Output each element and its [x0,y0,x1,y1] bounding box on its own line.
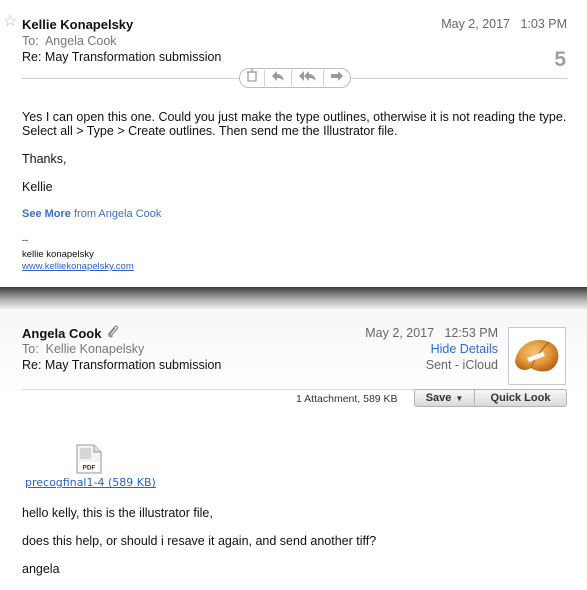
signature-name: kellie konapelsky [22,249,94,260]
sender-name: Kellie Konapelsky [22,17,134,32]
body-line-2: does this help, or should i resave it ag… [22,534,377,548]
separator [264,70,266,86]
fortune-cookie-avatar [508,327,566,385]
date: May 2, 2017 [365,326,435,340]
message-actions [239,68,351,88]
message-1: ☆ Kellie Konapelsky To: Angela Cook Re: … [0,0,587,287]
see-more-rest: from Angela Cook [70,208,162,220]
to-label: To: [22,342,39,356]
recipient-line: To: Angela Cook [22,34,117,48]
forward-icon[interactable] [330,69,344,87]
sender-name: Angela Cook [22,326,102,341]
date: May 2, 2017 [441,17,511,31]
chevron-down-icon: ▼ [455,393,464,403]
to-label: To: [22,34,39,48]
signature-dashes: -- [22,235,29,246]
signature-link[interactable]: www.kelliekonapelsky.com [22,261,134,272]
recipient-line: To: Kellie Konapelsky [22,342,144,356]
separator [322,70,324,86]
reply-all-icon[interactable] [298,69,317,87]
message-separator-shadow [0,287,587,309]
reply-icon[interactable] [271,69,285,87]
subject-line: Re: May Transformation submission [22,358,222,372]
body-line-3: Thanks, [22,152,67,166]
save-label: Save [425,392,452,404]
body-line-1: Yes I can open this one. Could you just … [22,110,567,124]
subject-line: Re: May Transformation submission [22,50,222,64]
attachment-count: 1 Attachment, 589 KB [296,393,398,405]
body-line-3: angela [22,562,60,576]
time: 1:03 PM [520,17,567,31]
trash-icon[interactable] [246,69,258,87]
body-line-1: hello kelly, this is the illustrator fil… [22,506,213,520]
sent-mailbox: Sent - iCloud [425,358,498,372]
quick-look-button[interactable]: Quick Look [475,389,567,407]
quick-look-label: Quick Look [490,392,551,404]
pdf-file-icon[interactable]: PDF [76,444,102,474]
recipient-name[interactable]: Angela Cook [45,34,117,48]
thread-count: 5 [554,48,566,71]
save-button[interactable]: Save ▼ [414,389,475,407]
paperclip-icon [107,325,119,342]
time: 12:53 PM [444,326,498,340]
body-line-4: Kellie [22,180,53,194]
separator [291,70,293,86]
date-time: May 2, 2017 12:53 PM [365,326,498,340]
star-icon[interactable]: ☆ [3,14,17,30]
date-time: May 2, 2017 1:03 PM [441,17,567,31]
see-more-link[interactable]: See More from Angela Cook [22,208,161,220]
hide-details-link[interactable]: Hide Details [431,342,498,356]
body-line-2: Select all > Type > Create outlines. The… [22,124,398,138]
see-more-bold: See More [22,208,71,220]
attachment-link[interactable]: precogfinal1-4 (589 KB) [25,476,156,489]
pdf-label: PDF [83,465,96,472]
recipient-name[interactable]: Kellie Konapelsky [46,342,145,356]
